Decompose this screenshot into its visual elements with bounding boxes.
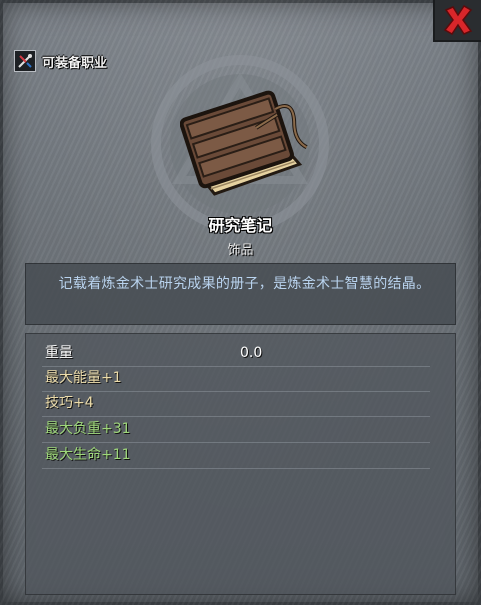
stat-row-skill: 技巧+4 — [42, 391, 430, 417]
stat-row-max-energy: 最大能量+1 — [42, 366, 430, 392]
stat-label: 重量 — [45, 345, 73, 361]
stat-row-max-load: 最大负重+31 — [42, 417, 430, 443]
item-description: 记载着炼金术士研究成果的册子，是炼金术士智慧的结晶。 — [58, 276, 431, 292]
book-icon — [180, 90, 308, 196]
item-type: 饰品 — [227, 243, 254, 258]
stats-box: 重量 0.0 最大能量+1 技巧+4 最大负重+31 最大生命+11 — [25, 333, 456, 595]
equippable-class-label: 可装备职业 — [42, 55, 108, 71]
stat-label: 最大负重+31 — [45, 421, 131, 437]
equippable-class-row: 可装备职业 — [14, 50, 107, 72]
stat-label: 最大生命+11 — [45, 447, 131, 463]
stat-row-weight: 重量 0.0 — [42, 341, 430, 367]
item-name: 研究笔记 — [208, 216, 273, 235]
stat-value: 0.0 — [240, 345, 263, 361]
stat-label: 技巧+4 — [45, 395, 94, 411]
description-box: 记载着炼金术士研究成果的册子，是炼金术士智慧的结晶。 — [25, 263, 456, 325]
item-tooltip-panel: 可装备职业 研究笔记 饰品 记载着炼金术士研究成果的册子，是炼金术士智慧的结晶。… — [0, 0, 481, 605]
stat-row-max-hp: 最大生命+11 — [42, 443, 430, 469]
alchemist-class-icon[interactable] — [14, 50, 36, 72]
close-x-icon[interactable] — [441, 3, 475, 37]
stat-label: 最大能量+1 — [45, 370, 122, 386]
close-button[interactable] — [433, 0, 481, 42]
